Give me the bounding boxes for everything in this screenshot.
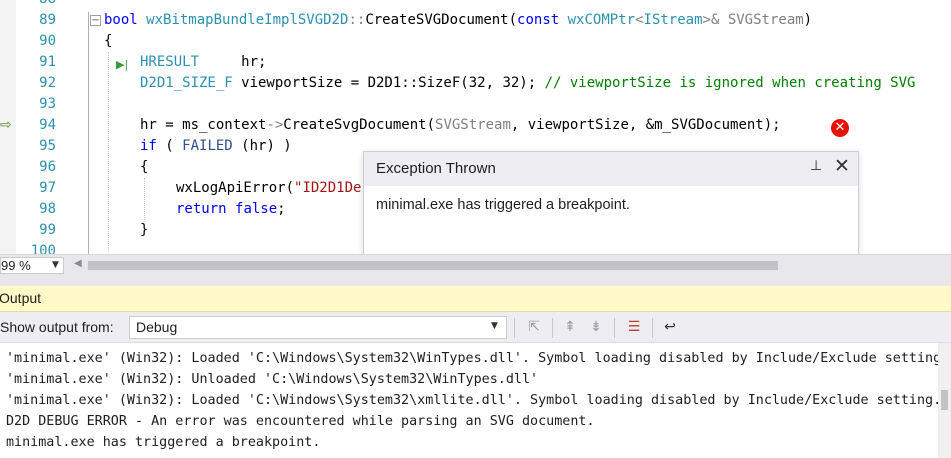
code-token: D2D1_SIZE_F (140, 75, 233, 91)
toolbar-separator (652, 318, 653, 338)
indent-guide (108, 52, 109, 252)
chevron-down-icon[interactable]: ▼ (52, 258, 59, 273)
code-token: wxBitmapBundleImplSVGD2D (146, 12, 349, 28)
show-output-label: Show output from: (0, 319, 114, 335)
chevron-down-icon[interactable]: ▼ (491, 321, 498, 331)
code-token: SVGStream (727, 12, 804, 28)
close-icon[interactable]: ✕ (834, 155, 850, 177)
code-token: HRESULT (140, 54, 200, 70)
clear-all-icon[interactable]: ☰ (624, 317, 644, 337)
line-number: 95 (39, 138, 56, 154)
previous-message-icon[interactable]: ⇞ (560, 317, 580, 337)
output-source-value: Debug (136, 319, 178, 335)
pane-splitter[interactable] (0, 275, 951, 286)
outline-guide (88, 12, 89, 254)
toolbar-separator (514, 318, 515, 338)
exception-header: Exception Thrown ⊥ ✕ (364, 152, 858, 186)
find-message-in-code-icon[interactable]: ⇱ (524, 317, 544, 337)
line-number: 88 (16, 0, 56, 10)
code-token: hr; (199, 54, 267, 70)
output-line: D2D DEBUG ERROR - An error was encounter… (6, 414, 595, 429)
line-number: 96 (39, 159, 56, 175)
code-token: SVGStream (435, 117, 511, 133)
zoom-dropdown[interactable]: 99 % ▼ (0, 257, 64, 274)
code-token: -> (266, 117, 284, 133)
code-line-92: D2D1_SIZE_F viewportSize = D2D1::SizeF(3… (140, 73, 915, 94)
code-token: < (635, 12, 644, 28)
code-token: if (140, 138, 157, 154)
horizontal-scrollbar-thumb[interactable] (88, 261, 778, 270)
line-number: 91 (39, 54, 56, 70)
line-number: 94 (39, 117, 56, 133)
collapse-toggle-icon[interactable]: − (90, 15, 101, 26)
code-token: :: (348, 12, 366, 28)
code-token: ; (277, 201, 286, 217)
output-pane-header[interactable]: Output (0, 286, 951, 312)
exception-message: minimal.exe has triggered a breakpoint. (376, 197, 630, 213)
toolbar-separator (552, 318, 553, 338)
line-number: 90 (39, 33, 56, 49)
code-editor[interactable]: ⇨ 88 89 90 91 92 93 94 95 96 97 98 99 10… (0, 0, 951, 254)
output-text-area[interactable]: 'minimal.exe' (Win32): Loaded 'C:\Window… (0, 343, 951, 458)
code-line-90: { (104, 33, 113, 49)
code-line-97: wxLogApiError("ID2D1De (176, 178, 361, 199)
code-line-95: if ( FAILED (hr) ) (140, 136, 292, 157)
code-token: ( (156, 138, 183, 154)
run-to-click-icon[interactable]: ▶| (116, 58, 128, 71)
error-icon[interactable]: ✕ (831, 119, 849, 137)
code-token: return (176, 201, 227, 217)
line-number: 99 (39, 222, 56, 238)
line-number: 92 (39, 75, 56, 91)
code-token: const (517, 12, 560, 28)
code-line-91: HRESULT hr; (140, 52, 266, 73)
code-token: >& (702, 12, 728, 28)
code-token: IStream (643, 12, 703, 28)
code-string: "ID2D1De (294, 180, 362, 196)
line-number: 93 (39, 96, 56, 112)
exception-popup[interactable]: Exception Thrown ⊥ ✕ minimal.exe has tri… (363, 151, 859, 254)
code-line-99: } (140, 222, 149, 238)
code-token: bool (104, 12, 138, 28)
code-line-98: return false; (176, 199, 286, 220)
code-token: , viewportSize, &m_SVGDocument); (510, 117, 781, 133)
code-line-94: hr = ms_context->CreateSvgDocument(SVGSt… (140, 115, 781, 136)
line-number: 100 (30, 243, 56, 254)
line-number: 89 (39, 12, 56, 28)
output-line: 'minimal.exe' (Win32): Loaded 'C:\Window… (6, 393, 942, 408)
code-line-89: bool wxBitmapBundleImplSVGD2D::CreateSVG… (104, 10, 812, 31)
output-source-dropdown[interactable]: Debug ▼ (129, 316, 507, 339)
zoom-value: 99 % (1, 258, 31, 273)
vertical-scrollbar[interactable] (938, 343, 951, 458)
line-number: 98 (39, 201, 56, 217)
code-comment: // viewportSize is ignored when creating… (544, 75, 916, 91)
code-token: CreateSvgDocument( (283, 117, 436, 133)
line-number: 97 (39, 180, 56, 196)
code-token: wxLogApiError( (176, 180, 295, 196)
code-token: hr = ms_context (140, 117, 267, 133)
output-line: 'minimal.exe' (Win32): Unloaded 'C:\Wind… (6, 372, 539, 387)
code-line-96: { (140, 159, 149, 175)
toolbar-separator (614, 318, 615, 338)
indent-guide (144, 178, 145, 220)
output-title: Output (0, 290, 42, 306)
vertical-scrollbar-thumb[interactable] (941, 390, 948, 410)
editor-status-bar: 99 % ▼ ◀ (0, 254, 951, 275)
exception-title: Exception Thrown (376, 160, 496, 177)
pin-icon[interactable]: ⊥ (810, 158, 822, 174)
word-wrap-icon[interactable]: ↩ (660, 317, 680, 337)
code-token: (hr) ) (232, 138, 292, 154)
output-line: 'minimal.exe' (Win32): Loaded 'C:\Window… (6, 351, 950, 366)
code-token: CreateSVGDocument( (365, 12, 518, 28)
code-token: ) (803, 12, 813, 28)
output-line: minimal.exe has triggered a breakpoint. (6, 435, 321, 450)
code-token: false (235, 201, 278, 217)
code-token: viewportSize = D2D1::SizeF(32, 32); (232, 75, 545, 91)
code-token: FAILED (182, 138, 233, 154)
scroll-left-icon[interactable]: ◀ (74, 258, 82, 269)
code-token: wxCOMPtr (567, 12, 636, 28)
next-message-icon[interactable]: ⇟ (586, 317, 606, 337)
instruction-pointer-icon: ⇨ (0, 117, 12, 133)
output-toolbar: Show output from: Debug ▼ ⇱ ⇞ ⇟ ☰ ↩ (0, 312, 951, 343)
